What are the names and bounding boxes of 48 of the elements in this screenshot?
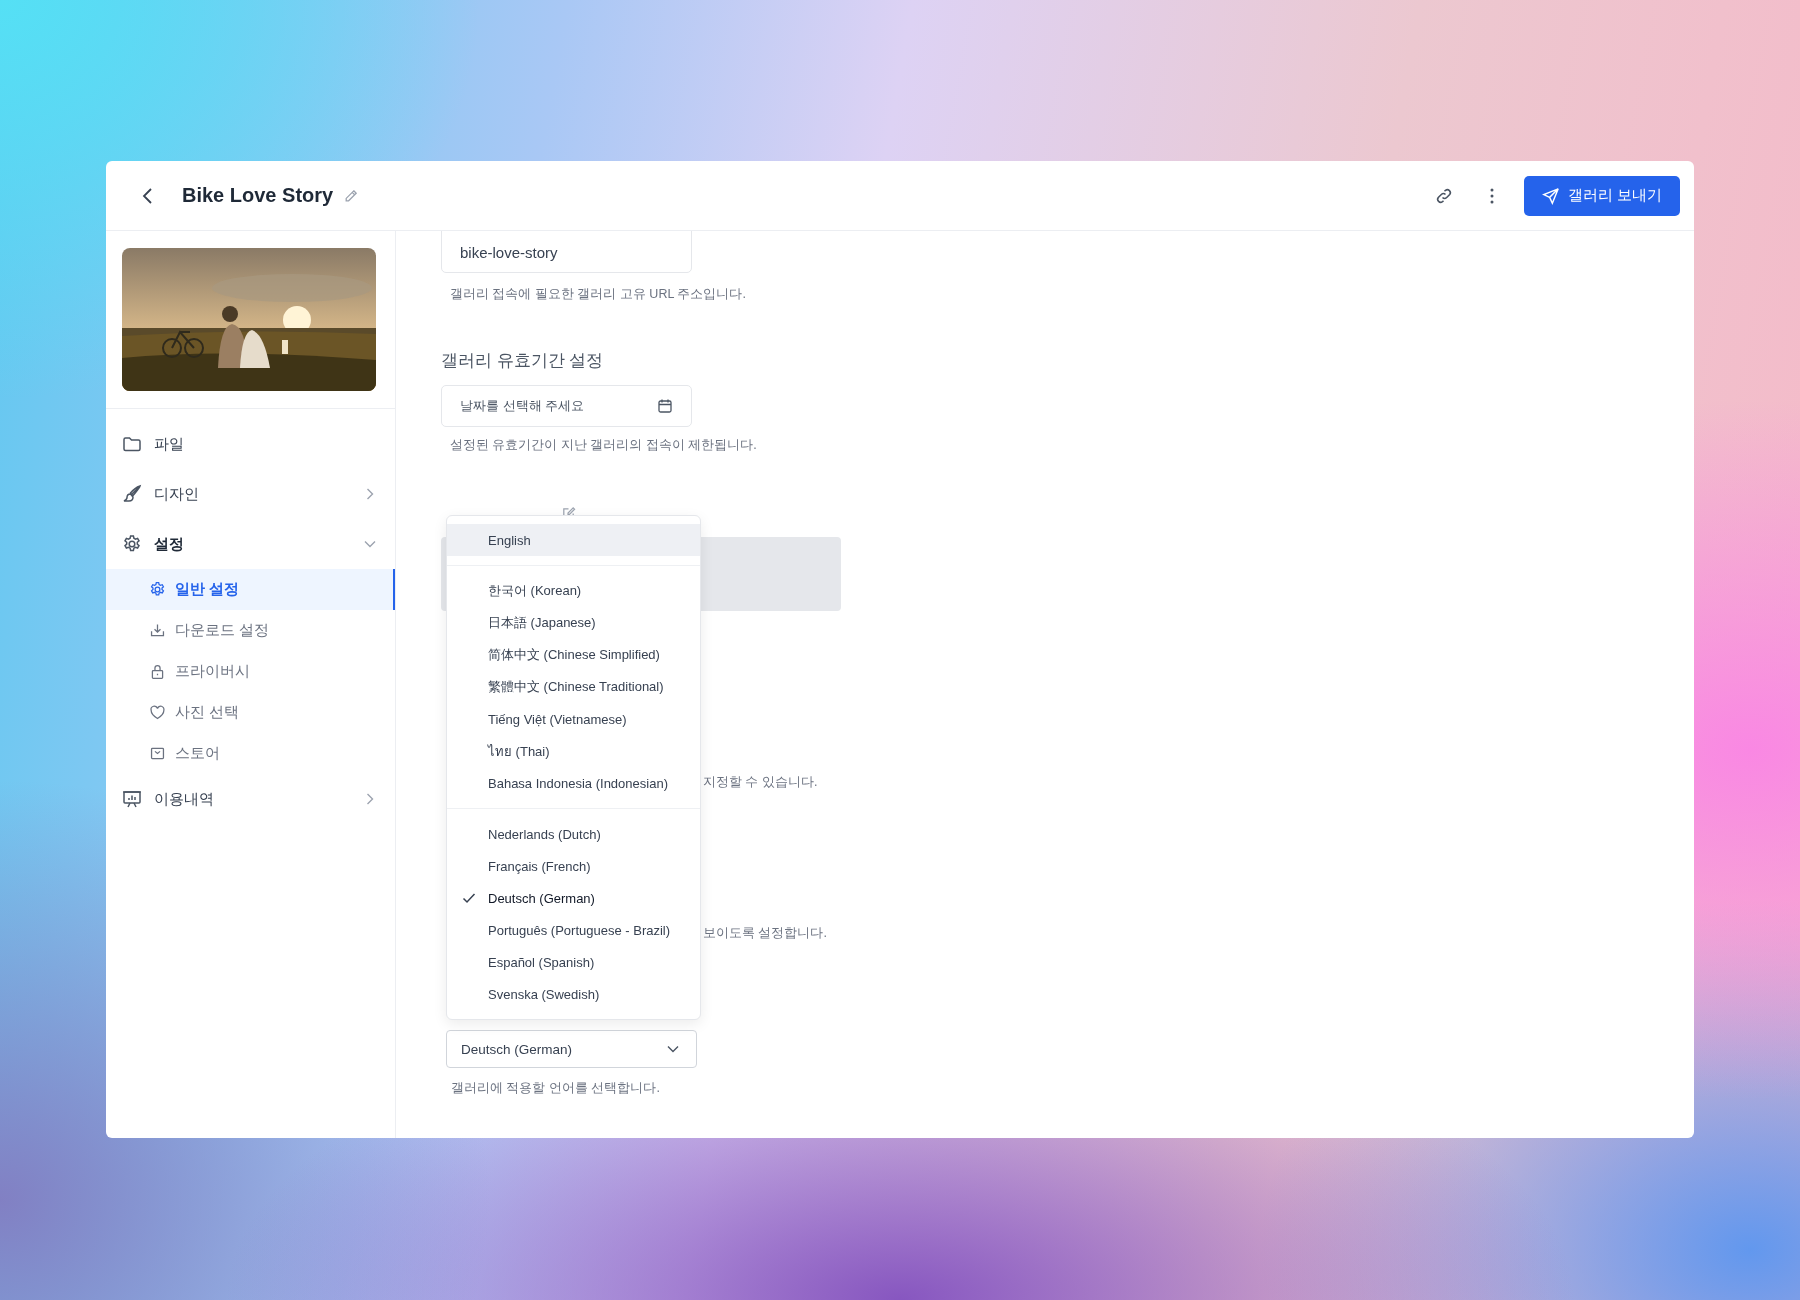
language-option[interactable]: Bahasa Indonesia (Indonesian)	[447, 767, 700, 799]
language-option[interactable]: 日本語 (Japanese)	[447, 607, 700, 639]
gallery-title: Bike Love Story	[182, 184, 334, 207]
settings-icon	[149, 581, 166, 598]
language-option[interactable]: 한국어 (Korean)	[447, 575, 700, 607]
brush-icon	[122, 484, 142, 504]
language-option[interactable]: English	[447, 524, 700, 556]
help-text: 보이도록 설정합니다.	[703, 925, 828, 942]
language-option[interactable]: Deutsch (German)	[447, 882, 700, 914]
language-option[interactable]: Svenska (Swedish)	[447, 978, 700, 1010]
send-gallery-button[interactable]: 갤러리 보내기	[1523, 175, 1680, 216]
language-option[interactable]: 简体中文 (Chinese Simplified)	[447, 639, 700, 671]
language-option[interactable]: Português (Portuguese - Brazil)	[447, 914, 700, 946]
presentation-board-icon	[122, 789, 142, 809]
help-text: 지정할 수 있습니다.	[703, 774, 819, 791]
sidebar-item[interactable]: 설정	[106, 519, 395, 569]
calendar-icon	[657, 398, 673, 414]
help-text: 설정된 유효기간이 지난 갤러리의 접속이 제한됩니다.	[450, 437, 758, 454]
sidebar-item[interactable]: 파일	[106, 419, 395, 469]
sidebar-item[interactable]: 이용내역	[106, 774, 395, 824]
more-icon	[1489, 187, 1494, 204]
box-icon	[149, 745, 166, 762]
paper-plane-icon	[1541, 186, 1560, 205]
pencil-icon	[343, 187, 360, 204]
download-icon	[149, 622, 166, 639]
lock-icon	[149, 663, 166, 680]
language-option[interactable]: Tiếng Việt (Vietnamese)	[447, 703, 700, 735]
url-field[interactable]: bike-love-story	[441, 231, 692, 273]
help-text: 갤러리에 적용할 언어를 선택합니다.	[451, 1080, 661, 1097]
language-option[interactable]: 繁體中文 (Chinese Traditional)	[447, 671, 700, 703]
sidebar-subitem[interactable]: 일반 설정	[106, 569, 395, 610]
section-heading: 갤러리 유효기간 설정	[441, 350, 605, 372]
sidebar-subitem[interactable]: 스토어	[106, 733, 395, 774]
sidebar-subitem[interactable]: 프라이버시	[106, 651, 395, 692]
date-field[interactable]: 날짜를 선택해 주세요	[441, 385, 692, 427]
help-text: 갤러리 접속에 필요한 갤러리 고유 URL 주소입니다.	[450, 286, 747, 303]
sidebar-subitem[interactable]: 다운로드 설정	[106, 610, 395, 651]
sidebar-item[interactable]: 디자인	[106, 469, 395, 519]
settings-icon	[122, 534, 142, 554]
language-option[interactable]: Español (Spanish)	[447, 946, 700, 978]
language-option[interactable]: ไทย (Thai)	[447, 735, 700, 767]
sidebar-subitem[interactable]: 사진 선택	[106, 692, 395, 733]
language-option[interactable]: Nederlands (Dutch)	[447, 818, 700, 850]
folder-icon	[122, 434, 142, 454]
language-select[interactable]: Deutsch (German)	[446, 1030, 697, 1068]
heart-icon	[149, 704, 166, 721]
language-option[interactable]: Français (French)	[447, 850, 700, 882]
check-icon	[462, 891, 476, 905]
